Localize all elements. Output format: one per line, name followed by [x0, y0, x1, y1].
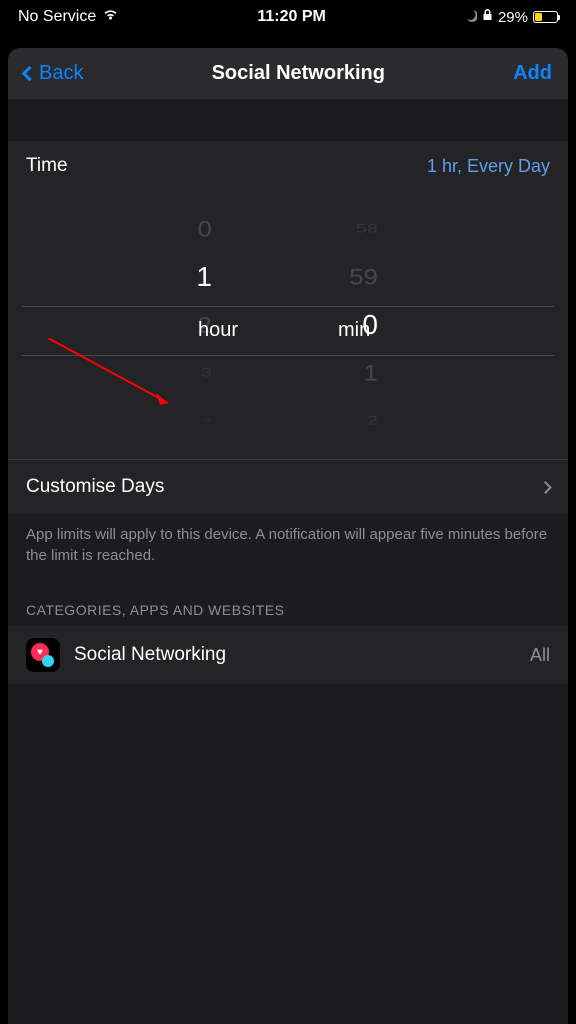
picker-value: 3 [201, 359, 212, 388]
chevron-right-icon [539, 481, 552, 494]
customise-days-row[interactable]: Customise Days [8, 459, 568, 514]
back-label: Back [39, 62, 83, 85]
chevron-left-icon [22, 66, 38, 82]
spacer [8, 99, 568, 141]
add-button[interactable]: Add [513, 62, 552, 85]
modal-sheet: Back Social Networking Add Time 1 hr, Ev… [8, 48, 568, 1024]
status-bar: No Service 11:20 PM 29% [0, 0, 576, 32]
picker-value: 1 [364, 353, 378, 394]
wifi-icon [102, 8, 119, 26]
carrier-label: No Service [18, 8, 96, 26]
category-row[interactable]: ♥ Social Networking All [8, 626, 568, 684]
hour-unit: hour [198, 319, 238, 342]
picker-value: 58 [356, 215, 378, 244]
time-value: 1 hr, Every Day [427, 156, 550, 177]
picker-value-selected: 1 [196, 253, 212, 301]
picker-value: 2 [367, 407, 378, 436]
time-label: Time [26, 155, 68, 177]
min-unit: min [338, 319, 370, 342]
moon-icon [464, 9, 477, 26]
picker-value: 59 [349, 257, 378, 298]
section-header: CATEGORIES, APPS AND WEBSITES [8, 584, 568, 626]
category-name: Social Networking [74, 644, 226, 666]
status-time: 11:20 PM [257, 8, 325, 26]
battery-pct: 29% [498, 9, 528, 26]
picker-value: 0 [198, 209, 212, 250]
picker-value: 4 [203, 411, 212, 430]
nav-bar: Back Social Networking Add [8, 48, 568, 99]
category-scope: All [530, 645, 550, 666]
battery-icon [533, 11, 558, 23]
customise-label: Customise Days [26, 476, 164, 498]
page-title: Social Networking [212, 62, 385, 85]
footer-text: App limits will apply to this device. A … [8, 514, 568, 584]
time-picker[interactable]: 0 1 2 3 4 57 58 59 0 1 2 3 hour min [8, 191, 568, 459]
social-networking-icon: ♥ [26, 638, 60, 672]
time-row[interactable]: Time 1 hr, Every Day [8, 141, 568, 191]
lock-icon [482, 9, 493, 26]
back-button[interactable]: Back [24, 62, 83, 85]
